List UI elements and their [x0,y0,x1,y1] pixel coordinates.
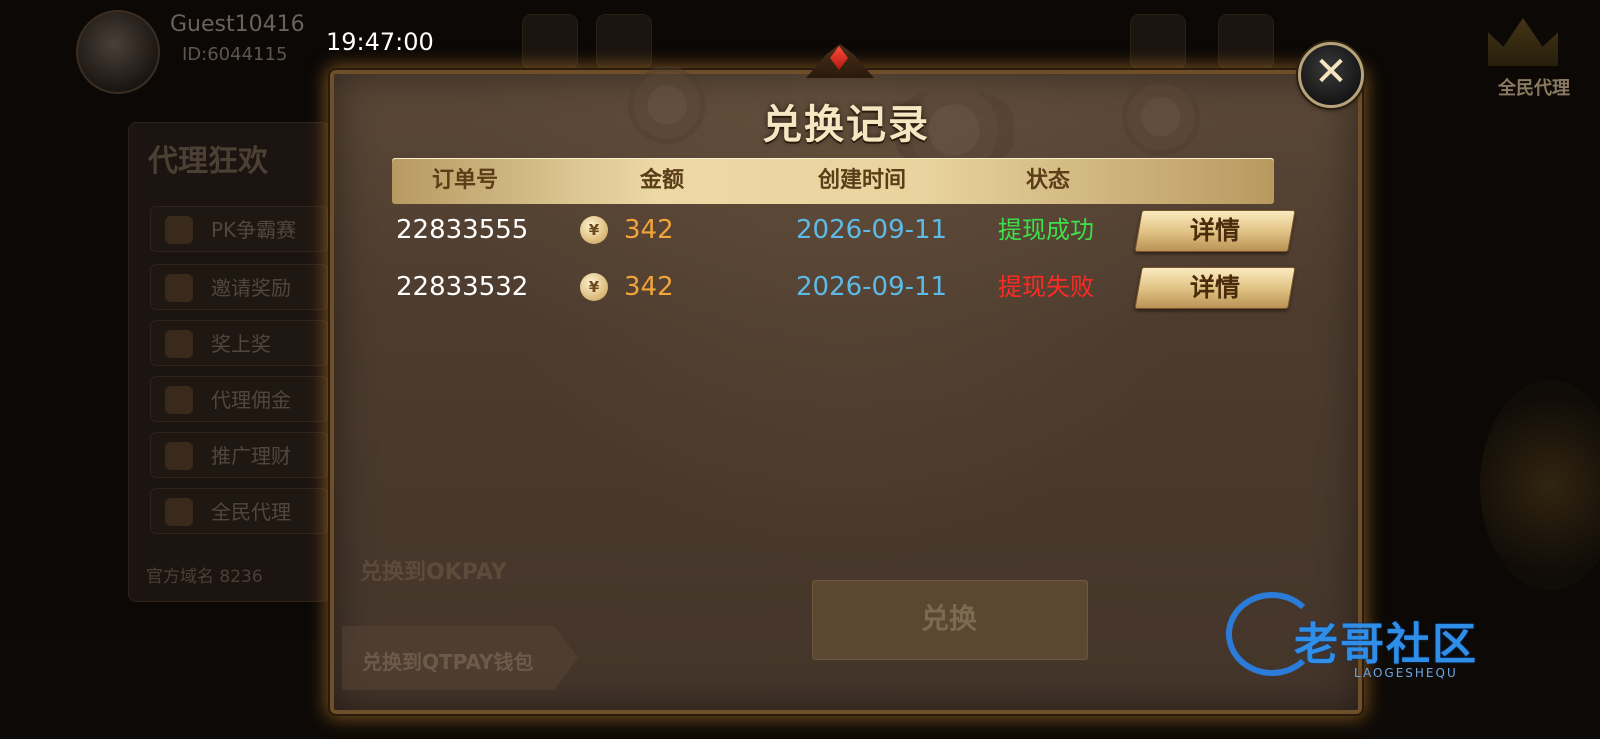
details-button-label: 详情 [1189,273,1240,302]
menu-item-label: 邀请奖励 [211,276,291,300]
details-button[interactable]: 详情 [1134,210,1296,252]
coin-icon: ¥ [580,216,608,244]
watermark-subtext: LAOGESHEQU [1354,666,1458,680]
menu-icon [165,442,193,470]
order-number: 22833555 [396,215,529,245]
exchange-button-label: 兑换 [920,602,977,635]
column-status: 状态 [1026,168,1071,193]
column-amount: 金额 [640,168,685,193]
menu-item-commission[interactable]: 代理佣金 [150,376,328,422]
menu-item-pk[interactable]: PK争霸赛 [150,206,328,252]
agent-panel-title: 代理狂欢 [148,144,268,179]
column-created-time: 创建时间 [818,168,907,193]
menu-icon [165,386,193,414]
crown-icon[interactable] [1488,18,1558,66]
amount: 342 [624,215,674,245]
menu-item-label: 推广理财 [211,444,291,468]
menu-item-promo[interactable]: 推广理财 [150,432,328,478]
created-date: 2026-09-11 [796,272,948,302]
order-number: 22833532 [396,272,529,302]
menu-icon [165,274,193,302]
exchange-records-dialog: 兑换记录 订单号 金额 创建时间 状态 22833555 ¥ 342 2026-… [330,66,1362,714]
menu-item-all-agents[interactable]: 全民代理 [150,488,328,534]
close-button[interactable]: ✕ [1298,42,1364,108]
watermark-text: 老哥社区 [1294,619,1478,670]
menu-item-bonus[interactable]: 奖上奖 [150,320,328,366]
menu-icon [165,498,193,526]
top-bar-icon[interactable] [1218,14,1274,70]
user-id: ID:6044115 [182,44,288,65]
menu-item-label: PK争霸赛 [211,218,297,242]
menu-item-label: 代理佣金 [211,388,291,412]
dialog-title: 兑换记录 [762,101,930,148]
table-row: 22833532 ¥ 342 2026-09-11 提现失败 详情 [392,259,1296,315]
menu-icon [165,216,193,244]
close-icon: ✕ [1314,49,1348,95]
crown-label: 全民代理 [1498,78,1570,99]
username: Guest10416 [170,12,305,37]
top-bar-icon[interactable] [522,14,578,70]
amount: 342 [624,272,674,302]
table-header: 订单号 金额 创建时间 状态 [392,158,1274,204]
details-button-label: 详情 [1189,216,1240,245]
menu-item-label: 奖上奖 [211,332,271,356]
qtpay-tab-label: 兑换到QTPAY钱包 [362,650,534,674]
status-badge: 提现成功 [998,216,1094,244]
okpay-label: 兑换到OKPAY [360,560,507,585]
menu-item-label: 全民代理 [211,500,291,524]
table-row: 22833555 ¥ 342 2026-09-11 提现成功 详情 [392,202,1296,258]
coin-icon: ¥ [580,273,608,301]
status-clock: 19:47:00 [326,28,434,56]
menu-icon [165,330,193,358]
details-button[interactable]: 详情 [1134,267,1296,309]
avatar[interactable] [76,10,160,94]
top-bar-icon[interactable] [596,14,652,70]
column-order: 订单号 [432,168,499,193]
official-domain: 官方域名 8236 [146,567,263,587]
menu-item-invite[interactable]: 邀请奖励 [150,264,328,310]
promo-decoration [1480,380,1600,590]
created-date: 2026-09-11 [796,215,948,245]
watermark-logo: 老哥社区 LAOGESHEQU [1226,592,1550,688]
top-bar-icon[interactable] [1130,14,1186,70]
status-badge: 提现失败 [998,273,1094,301]
